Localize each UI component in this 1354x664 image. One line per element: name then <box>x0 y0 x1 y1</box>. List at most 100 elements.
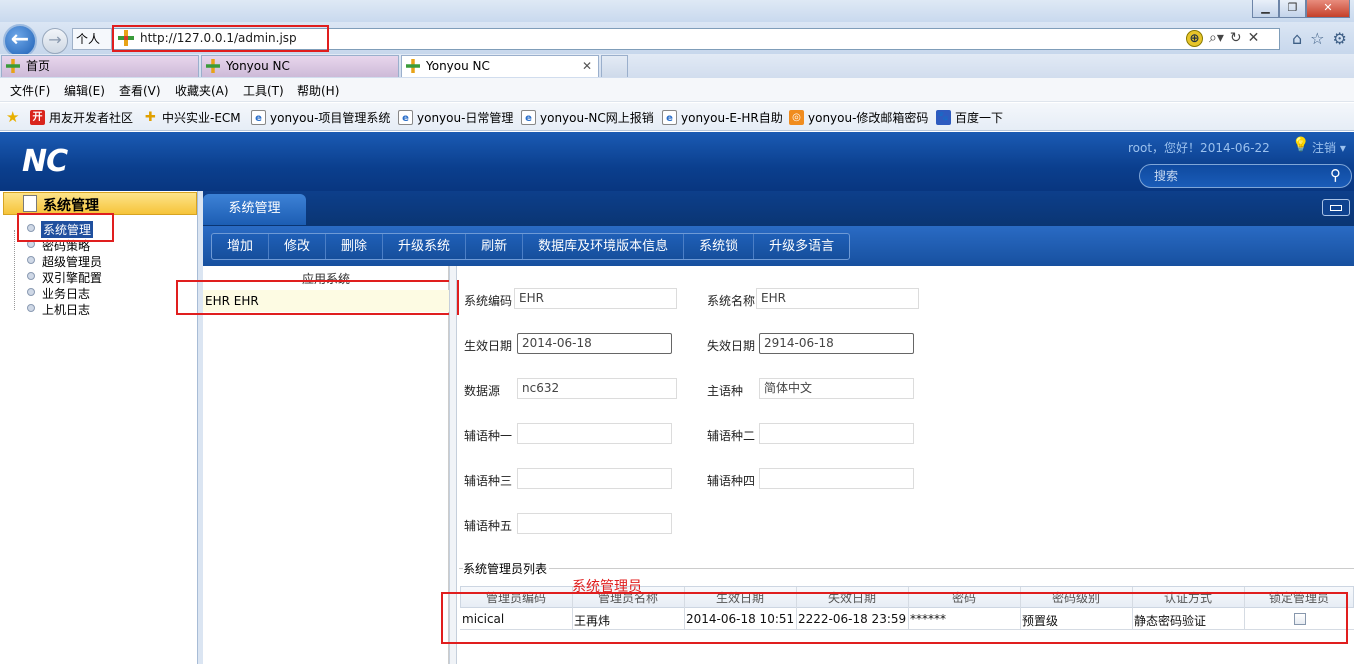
back-button[interactable]: ← <box>3 24 37 58</box>
new-tab-button[interactable] <box>601 55 628 77</box>
favorite-link[interactable]: ✚ 中兴实业-ECM <box>143 109 241 126</box>
favorite-label: yonyou-日常管理 <box>417 111 514 125</box>
favorite-label: yonyou-项目管理系统 <box>270 111 391 125</box>
favorite-link[interactable]: e yonyou-日常管理 <box>398 109 513 126</box>
lang3-field[interactable] <box>517 468 672 489</box>
tab-system-management[interactable]: 系统管理 <box>203 194 306 225</box>
personal-dropdown[interactable]: 个人 <box>72 28 112 50</box>
address-bar-actions: ⊕ ⌕▾ ↻ ✕ <box>1186 30 1259 47</box>
forward-button[interactable]: → <box>42 28 68 54</box>
yonyou-favicon-icon: ✚ <box>145 110 156 125</box>
eff-date-field[interactable]: 2014-06-18 <box>517 333 672 354</box>
refresh-icon[interactable]: ↻ <box>1230 30 1242 47</box>
favorites-star-icon[interactable]: ☆ <box>1310 29 1324 48</box>
tree-item-login-log[interactable]: 上机日志 <box>42 301 90 318</box>
tools-gear-icon[interactable]: ⚙ <box>1333 29 1347 48</box>
tab-yonyou-nc-1[interactable]: Yonyou NC <box>201 55 399 77</box>
logout-link[interactable]: 注销 ▾ <box>1312 139 1346 156</box>
home-icon[interactable]: ⌂ <box>1292 29 1302 48</box>
tab-label: 首页 <box>26 59 51 73</box>
tree-node-icon <box>27 304 35 312</box>
admin-list-title: 系统管理员列表 <box>463 560 550 577</box>
ie-page-icon: e <box>398 110 413 125</box>
tree-connector <box>14 230 15 310</box>
datasource-label: 数据源 <box>464 384 501 398</box>
lang2-field[interactable] <box>759 423 914 444</box>
window-icon <box>1330 205 1342 211</box>
search-icon[interactable]: ⚲ <box>1330 166 1341 184</box>
upgrade-multilang-button[interactable]: 升级多语言 <box>754 234 849 259</box>
close-window-button[interactable]: ✕ <box>1306 0 1350 18</box>
content-tabbar <box>203 191 1354 226</box>
favorite-link[interactable]: e yonyou-E-HR自助 <box>662 109 783 126</box>
eff-date-label: 生效日期 <box>464 339 513 353</box>
restore-panel-button[interactable] <box>1322 199 1350 216</box>
lang4-label: 辅语种四 <box>707 474 756 488</box>
yonyou-favicon-icon <box>206 59 220 73</box>
ie-page-icon: e <box>662 110 677 125</box>
favorite-link[interactable]: e yonyou-NC网上报销 <box>521 109 654 126</box>
tab-label: Yonyou NC <box>226 59 290 73</box>
minimize-button[interactable]: ▁ <box>1252 0 1279 18</box>
ie-page-icon: e <box>521 110 536 125</box>
main-lang-field[interactable]: 简体中文 <box>759 378 914 399</box>
sys-code-field[interactable]: EHR <box>514 288 677 309</box>
tab-home[interactable]: 首页 <box>1 55 199 77</box>
lang5-field[interactable] <box>517 513 672 534</box>
search-input[interactable]: 搜索 <box>1139 164 1352 188</box>
lang5-label: 辅语种五 <box>464 519 513 533</box>
stop-icon[interactable]: ✕ <box>1248 30 1260 47</box>
sys-name-field[interactable]: EHR <box>756 288 919 309</box>
exp-date-label: 失效日期 <box>707 339 756 353</box>
lang4-field[interactable] <box>759 468 914 489</box>
tree-node-icon <box>27 256 35 264</box>
address-highlight-box <box>112 25 329 52</box>
search-dropdown-icon[interactable]: ⌕▾ <box>1209 30 1224 47</box>
favorite-label: 中兴实业-ECM <box>162 111 241 125</box>
app-system-list <box>203 266 449 664</box>
delete-button[interactable]: 删除 <box>326 234 384 259</box>
toolbar-buttons: 增加 修改 删除 升级系统 刷新 数据库及环境版本信息 系统锁 升级多语言 <box>211 233 851 260</box>
favorite-link[interactable]: 开用友开发者社区 <box>30 109 133 126</box>
lang3-label: 辅语种三 <box>464 474 513 488</box>
db-version-info-button[interactable]: 数据库及环境版本信息 <box>523 234 685 259</box>
menu-view[interactable]: 查看(V) <box>119 82 161 99</box>
favorite-link[interactable]: e yonyou-项目管理系统 <box>251 109 390 126</box>
upgrade-system-button[interactable]: 升级系统 <box>383 234 467 259</box>
tree-item-dual-engine[interactable]: 双引擎配置 <box>42 269 102 286</box>
tab-yonyou-nc-2[interactable]: Yonyou NC ✕ <box>401 55 599 77</box>
favorite-label: 用友开发者社区 <box>49 111 134 125</box>
close-tab-icon[interactable]: ✕ <box>582 56 592 76</box>
favorite-link[interactable]: ◎ yonyou-修改邮箱密码 <box>789 109 928 126</box>
tree-item-super-admin[interactable]: 超级管理员 <box>42 253 102 270</box>
list-highlight-box <box>176 280 459 315</box>
menu-help[interactable]: 帮助(H) <box>297 82 339 99</box>
add-favorite-star-icon[interactable]: ★ <box>6 108 19 126</box>
favorite-link[interactable]: 🐾 百度一下 <box>936 109 1003 126</box>
lang2-label: 辅语种二 <box>707 429 756 443</box>
tree-item-business-log[interactable]: 业务日志 <box>42 285 90 302</box>
window-controls: ▁ ❐ ✕ <box>1252 0 1350 18</box>
nc-logo: NC <box>22 144 68 179</box>
menu-file[interactable]: 文件(F) <box>10 82 50 99</box>
refresh-button[interactable]: 刷新 <box>466 234 524 259</box>
sys-name-label: 系统名称 <box>707 294 756 308</box>
menu-tools[interactable]: 工具(T) <box>243 82 284 99</box>
add-button[interactable]: 增加 <box>212 234 270 259</box>
edit-button[interactable]: 修改 <box>269 234 327 259</box>
compatibility-icon[interactable]: ⊕ <box>1186 30 1203 47</box>
browser-menubar: 文件(F) 编辑(E) 查看(V) 收藏夹(A) 工具(T) 帮助(H) <box>0 78 1354 102</box>
lang1-field[interactable] <box>517 423 672 444</box>
menu-edit[interactable]: 编辑(E) <box>64 82 105 99</box>
menu-favorites[interactable]: 收藏夹(A) <box>175 82 229 99</box>
tree-node-icon <box>27 288 35 296</box>
system-lock-button[interactable]: 系统锁 <box>684 234 755 259</box>
browser-toolbar-icons: ⌂ ☆ ⚙ <box>1292 29 1347 48</box>
ie-page-icon: e <box>251 110 266 125</box>
datasource-field[interactable]: nc632 <box>517 378 677 399</box>
lang1-label: 辅语种一 <box>464 429 513 443</box>
maximize-button[interactable]: ❐ <box>1279 0 1306 18</box>
mail-icon: ◎ <box>789 110 804 125</box>
exp-date-field[interactable]: 2914-06-18 <box>759 333 914 354</box>
tree-highlight-box <box>17 213 114 242</box>
